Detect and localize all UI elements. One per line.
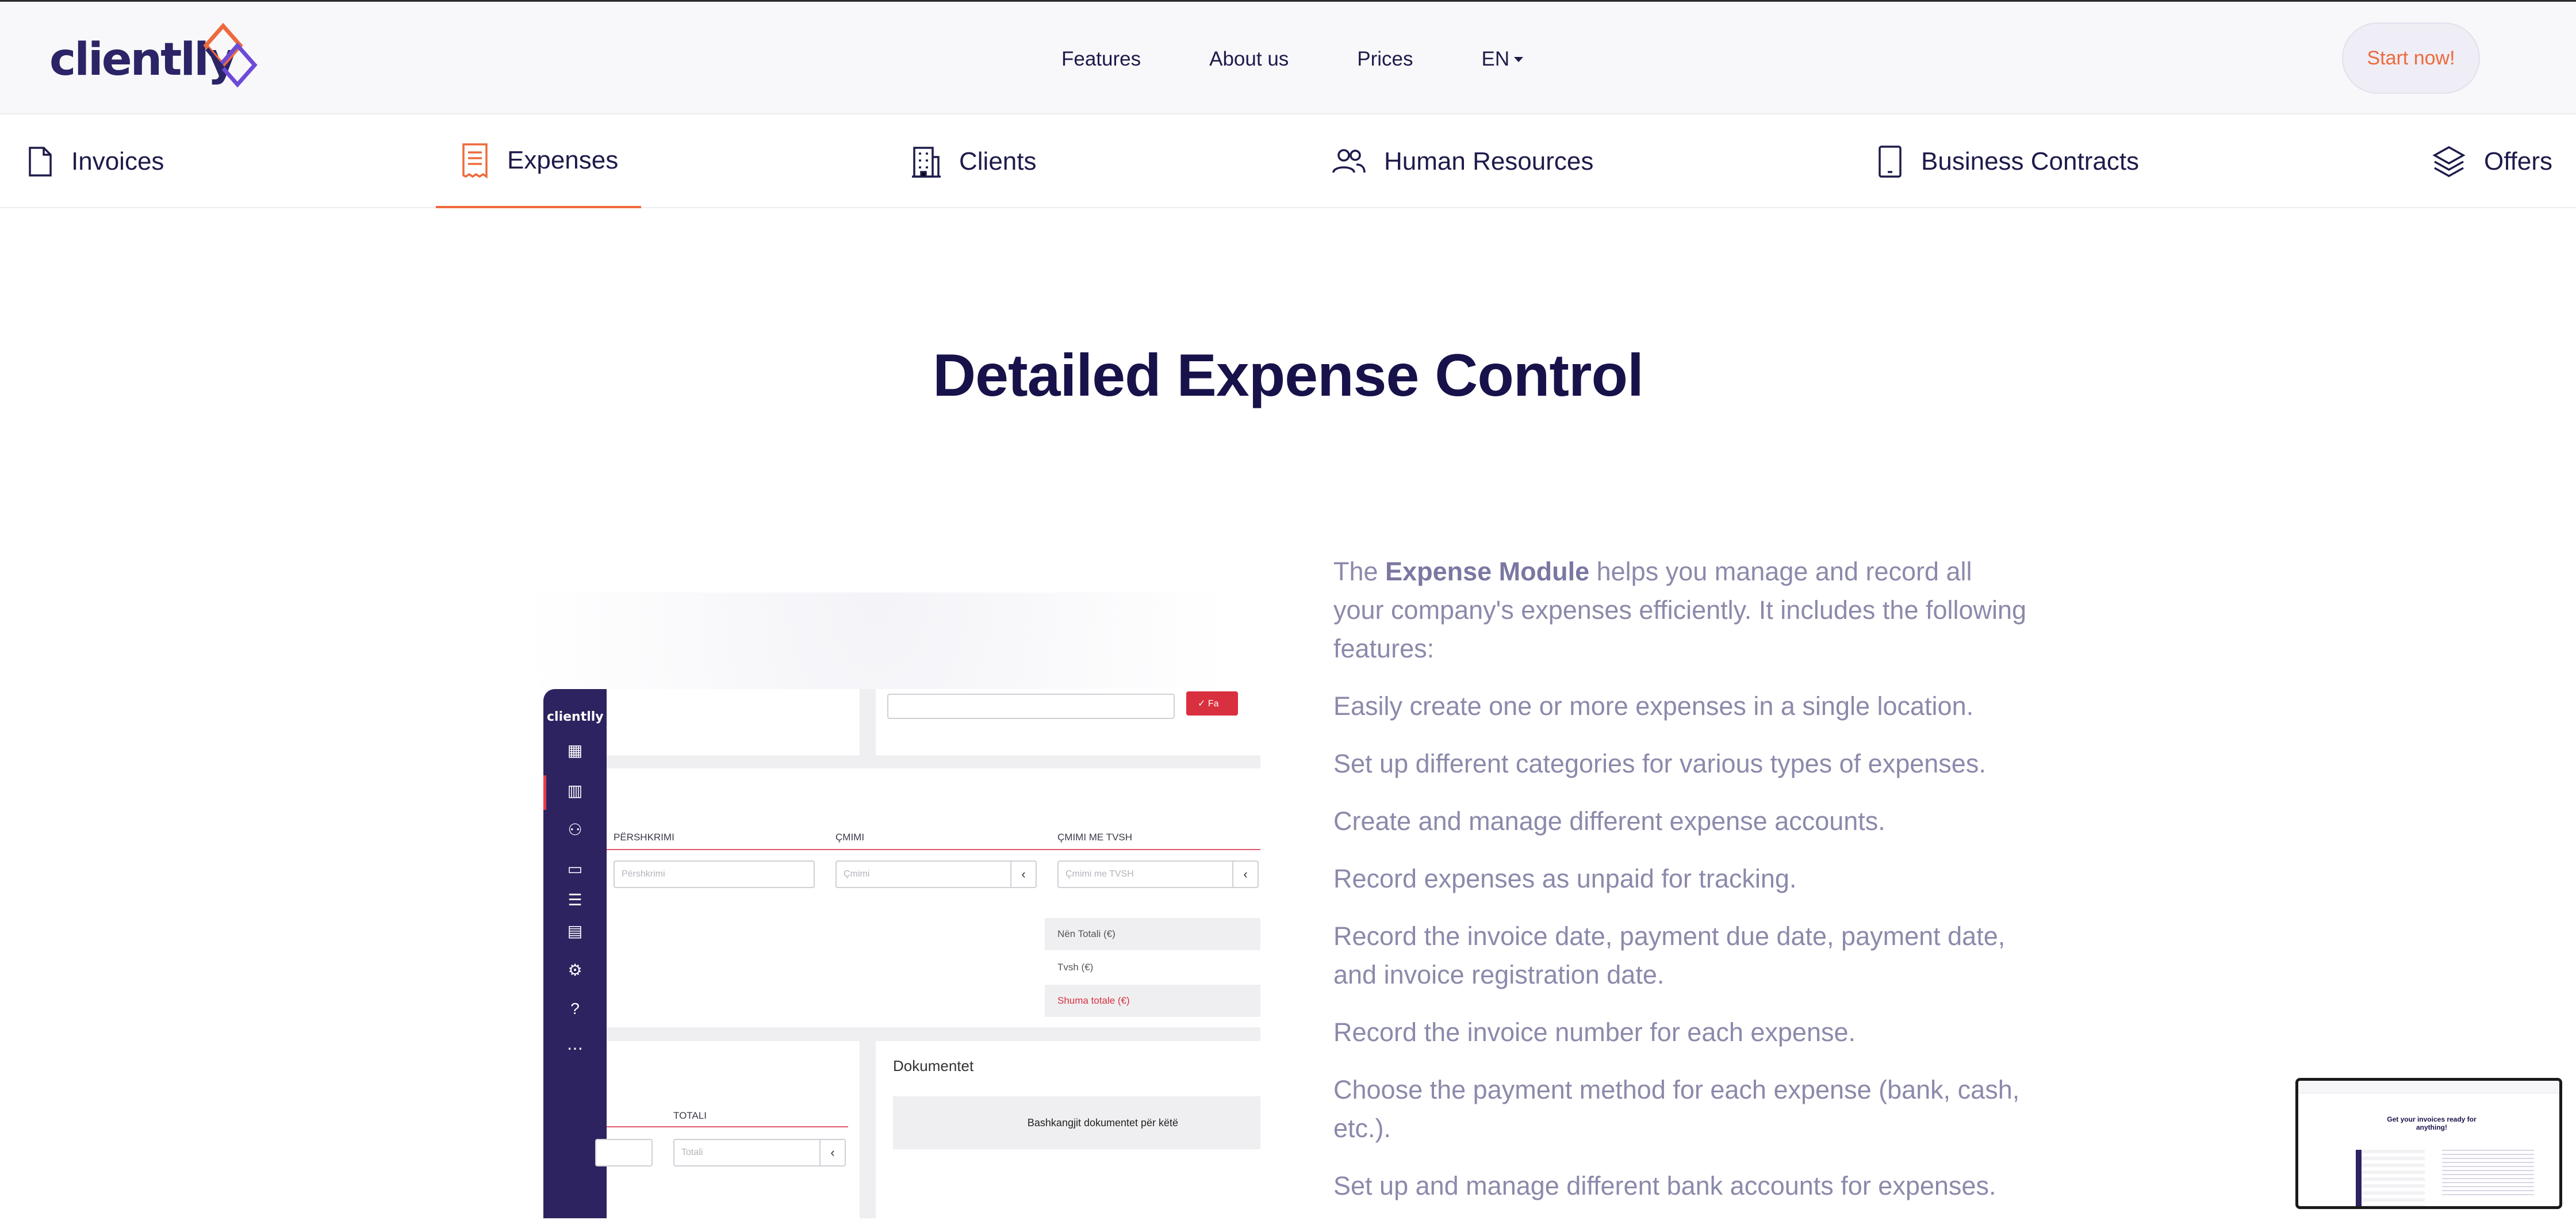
col-price-label: ÇMIMI xyxy=(835,832,865,843)
active-indicator xyxy=(543,775,546,810)
tab-clients[interactable]: Clients xyxy=(911,114,1037,208)
subtotal-row: Nën Totali (€) xyxy=(1045,918,1260,950)
feature-item: Choose the payment method for each expen… xyxy=(1333,1075,2020,1143)
documents-title: Dokumentet xyxy=(893,1057,974,1074)
col-total-label: TOTALI xyxy=(673,1110,707,1121)
mini-headline: Get your invoices ready for anything! xyxy=(2387,1115,2477,1131)
mockup-documents-panel: Dokumentet Bashkangjit dokumentet për kë… xyxy=(876,1041,1260,1218)
more-icon: ⋯ xyxy=(567,1039,583,1057)
col-price-vat-label: ÇMIMI ME TVSH xyxy=(1057,832,1133,843)
mockup-items-panel: PËRSHKRIMI ÇMIMI ÇMIMI ME TVSH Përshkrim… xyxy=(607,768,1260,1027)
intro-bold: Expense Module xyxy=(1385,557,1590,586)
chevron-left-icon: ‹ xyxy=(819,1139,845,1166)
feature-item: Record expenses as unpaid for tracking. xyxy=(1333,864,1797,893)
document-icon: ▤ xyxy=(567,921,583,940)
nav-features[interactable]: Features xyxy=(1061,42,1141,76)
tab-expenses-label: Expenses xyxy=(507,146,619,174)
help-icon: ? xyxy=(570,1000,580,1018)
tab-business-contracts-label: Business Contracts xyxy=(1921,147,2140,175)
app-screenshot-mockup: clientlly ▦ ▥ ⚇ ▭ ☰ ▤ ⚙ ? ⋯ ✓ Fa PËRSHKR… xyxy=(543,689,1260,1218)
mockup-top-right-panel: ✓ Fa xyxy=(876,689,1260,755)
tab-business-contracts[interactable]: Business Contracts xyxy=(1876,114,2139,208)
gear-icon: ⚙ xyxy=(568,961,582,979)
attach-documents-area: Bashkangjit dokumentet për këtë xyxy=(893,1096,1260,1149)
mockup-logo: clientlly xyxy=(547,710,604,724)
tab-invoices-label: Invoices xyxy=(71,147,164,175)
layers-icon xyxy=(2432,146,2466,177)
chevron-left-icon: ‹ xyxy=(1010,861,1036,888)
tab-human-resources[interactable]: Human Resources xyxy=(1331,114,1593,208)
building-icon: ▥ xyxy=(567,781,583,800)
mini-sidebar xyxy=(2356,1150,2362,1206)
tab-invoices[interactable]: Invoices xyxy=(26,114,164,208)
tab-expenses[interactable]: Expenses xyxy=(436,114,642,208)
feature-item: Set up and manage different bank account… xyxy=(1333,1171,1996,1200)
tab-offers-label: Offers xyxy=(2484,147,2553,175)
mini-text xyxy=(2442,1150,2534,1196)
mini-table xyxy=(2362,1150,2425,1206)
people-icon: ⚇ xyxy=(568,820,582,839)
module-description: The Expense Module helps you manage and … xyxy=(1333,552,2029,1224)
total-underline xyxy=(607,1126,848,1127)
list-icon: ☰ xyxy=(568,890,582,909)
tablet-icon xyxy=(1879,145,1902,178)
mockup-qty-input xyxy=(595,1139,653,1166)
intro-pre: The xyxy=(1333,557,1386,586)
header-underline xyxy=(607,849,1260,850)
logo-mark-icon xyxy=(203,22,258,88)
feature-item: Set up different categories for various … xyxy=(1333,749,1986,778)
brand-logo[interactable]: clientlly xyxy=(49,22,258,97)
tab-offers[interactable]: Offers xyxy=(2431,114,2552,208)
feature-item: Easily create one or more expenses in a … xyxy=(1333,691,1974,721)
mini-preview-window[interactable]: Get your invoices ready for anything! xyxy=(2295,1078,2562,1209)
tab-human-resources-label: Human Resources xyxy=(1384,147,1594,175)
module-tabs: Invoices Expenses Clients Human Resource… xyxy=(0,114,2576,208)
tax-row: Tvsh (€) xyxy=(1057,962,1094,973)
mockup-description-input: Përshkrimi xyxy=(614,860,815,888)
building-icon xyxy=(912,146,941,178)
mockup-total-panel: TOTALI Totali ‹ xyxy=(595,1041,860,1218)
card-icon: ▭ xyxy=(567,859,583,878)
feature-item: Record the invoice date, payment due dat… xyxy=(1333,921,2006,989)
dashboard-icon: ▦ xyxy=(567,741,583,759)
mockup-price-vat-input: Çmimi me TVSH xyxy=(1057,860,1259,888)
people-icon xyxy=(1332,148,1366,173)
col-description-label: PËRSHKRIMI xyxy=(614,832,674,843)
feature-item: Create and manage different expense acco… xyxy=(1333,806,1885,836)
language-label: EN xyxy=(1481,48,1510,70)
feature-item: Record the invoice number for each expen… xyxy=(1333,1018,1856,1047)
mockup-top-left-panel xyxy=(607,689,860,755)
mockup-price-input: Çmimi xyxy=(835,860,1037,888)
language-selector[interactable]: EN xyxy=(1482,42,1524,76)
total-row: Shuma totale (€) xyxy=(1045,985,1260,1017)
nav-prices[interactable]: Prices xyxy=(1357,42,1413,76)
intro-paragraph: The Expense Module helps you manage and … xyxy=(1333,552,2029,668)
mockup-save-button: ✓ Fa xyxy=(1186,691,1238,716)
site-header: clientlly Features About us Prices EN St… xyxy=(0,2,2576,114)
tab-clients-label: Clients xyxy=(959,147,1037,175)
nav-about-us[interactable]: About us xyxy=(1209,42,1289,76)
chevron-left-icon: ‹ xyxy=(1232,861,1258,888)
mini-header xyxy=(2298,1081,2559,1093)
top-navigation: Features About us Prices EN xyxy=(1061,42,1524,76)
start-now-button[interactable]: Start now! xyxy=(2342,22,2480,94)
page-title: Detailed Expense Control xyxy=(933,342,1644,409)
receipt-icon xyxy=(462,143,488,178)
mockup-search-input xyxy=(887,694,1175,719)
document-icon xyxy=(29,146,52,177)
caret-down-icon xyxy=(1514,56,1524,62)
